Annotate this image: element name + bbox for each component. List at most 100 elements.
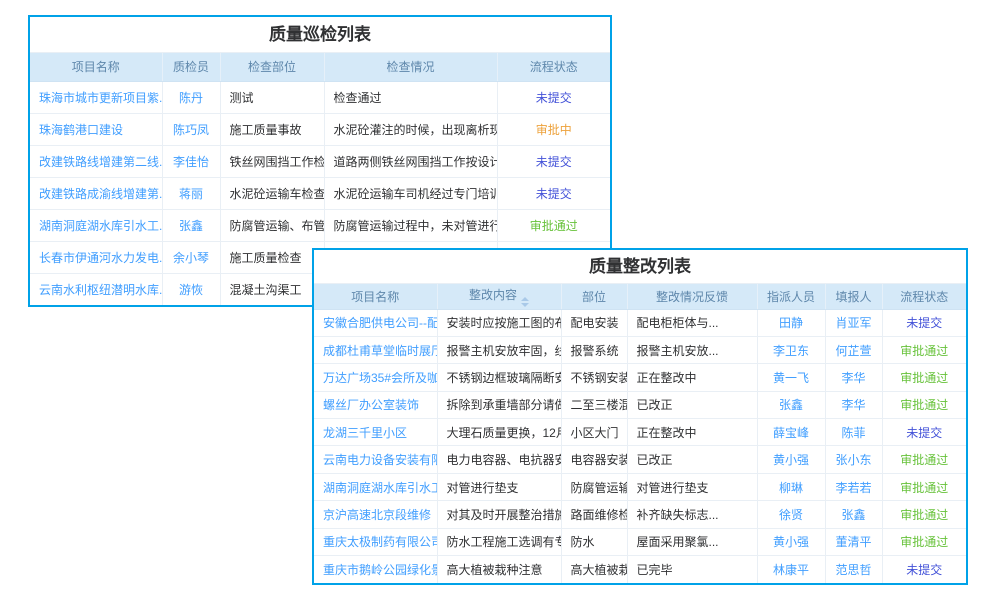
part-cell: 二至三楼混... xyxy=(561,391,627,418)
flow-status-cell: 审批通过 xyxy=(882,473,966,500)
part-cell: 配电安装 xyxy=(561,309,627,336)
rectify-content-cell: 防水工程施工选调有专业资质... xyxy=(437,528,561,555)
rectify-feedback-cell: 补齐缺失标志... xyxy=(627,501,757,528)
rectify-table: 项目名称整改内容部位整改情况反馈指派人员填报人流程状态 安徽合肥供电公司--配电… xyxy=(314,284,966,583)
project-name-cell[interactable]: 湖南洞庭湖水库引水工程施工标 xyxy=(314,473,437,500)
flow-status-cell: 审批通过 xyxy=(882,336,966,363)
column-header-assignee: 指派人员 xyxy=(757,284,825,309)
project-name-cell[interactable]: 京沪高速北京段维修 xyxy=(314,501,437,528)
table-row: 万达广场35#会所及咖啡厅空...不锈钢边框玻璃隔断安装不牢...不锈钢安装..… xyxy=(314,364,966,391)
table-row: 重庆市鹅岭公园绿化景观提升...高大植被栽种注意高大植被栽种已完毕林康平范思哲未… xyxy=(314,556,966,583)
flow-status-cell: 审批通过 xyxy=(882,446,966,473)
part-cell: 小区大门 xyxy=(561,419,627,446)
check-result-cell: 检查通过 xyxy=(324,81,497,113)
inspection-header-row: 项目名称质检员检查部位检查情况流程状态 xyxy=(30,53,610,81)
inspector-cell: 游恢 xyxy=(162,273,220,305)
rectify-table-panel: 质量整改列表 项目名称整改内容部位整改情况反馈指派人员填报人流程状态 安徽合肥供… xyxy=(312,248,968,585)
part-cell: 报警系统 xyxy=(561,336,627,363)
project-name-cell[interactable]: 安徽合肥供电公司--配电设备... xyxy=(314,309,437,336)
rectify-feedback-cell: 配电柜柜体与... xyxy=(627,309,757,336)
flow-status-cell: 未提交 xyxy=(882,556,966,583)
table-row: 改建铁路成渝线增建第...蒋丽水泥砼运输车检查水泥砼运输车司机经过专门培训...… xyxy=(30,177,610,209)
rectify-content-cell: 大理石质量更换，12月31日之... xyxy=(437,419,561,446)
flow-status-cell: 审批通过 xyxy=(882,528,966,555)
column-header-check-result: 检查情况 xyxy=(324,53,497,81)
reporter-cell: 陈菲 xyxy=(825,419,882,446)
part-cell: 路面维修检... xyxy=(561,501,627,528)
reporter-cell: 范思哲 xyxy=(825,556,882,583)
rectify-content-cell: 报警主机安放牢固，线缆连接... xyxy=(437,336,561,363)
flow-status-cell: 未提交 xyxy=(497,145,610,177)
sort-icon[interactable] xyxy=(521,297,529,307)
part-cell: 不锈钢安装... xyxy=(561,364,627,391)
assignee-cell: 黄一飞 xyxy=(757,364,825,391)
project-name-cell[interactable]: 湖南洞庭湖水库引水工... xyxy=(30,209,162,241)
inspector-cell: 蒋丽 xyxy=(162,177,220,209)
flow-status-cell: 未提交 xyxy=(882,419,966,446)
table-row: 湖南洞庭湖水库引水工...张鑫防腐管运输、布管防腐管运输过程中，未对管进行...… xyxy=(30,209,610,241)
reporter-cell: 董清平 xyxy=(825,528,882,555)
rectify-content-cell: 不锈钢边框玻璃隔断安装不牢... xyxy=(437,364,561,391)
flow-status-cell: 未提交 xyxy=(497,81,610,113)
rectify-content-cell: 对其及时开展整治措施，桥头... xyxy=(437,501,561,528)
reporter-cell: 李华 xyxy=(825,391,882,418)
project-name-cell[interactable]: 重庆太极制药有限公司亳州中... xyxy=(314,528,437,555)
project-name-cell[interactable]: 成都杜甫草堂临时展厅独立展... xyxy=(314,336,437,363)
rectify-content-cell: 安装时应按施工图的布置，将... xyxy=(437,309,561,336)
flow-status-cell: 未提交 xyxy=(882,309,966,336)
project-name-cell[interactable]: 龙湖三千里小区 xyxy=(314,419,437,446)
rectify-feedback-cell: 已改正 xyxy=(627,446,757,473)
rectify-feedback-cell: 屋面采用聚氯... xyxy=(627,528,757,555)
flow-status-cell: 审批通过 xyxy=(882,501,966,528)
project-name-cell[interactable]: 改建铁路线增建第二线... xyxy=(30,145,162,177)
flow-status-cell: 审批通过 xyxy=(882,364,966,391)
project-name-cell[interactable]: 重庆市鹅岭公园绿化景观提升... xyxy=(314,556,437,583)
table-row: 改建铁路线增建第二线...李佳怡铁丝网围挡工作检查道路两侧铁丝网围挡工作按设计.… xyxy=(30,145,610,177)
check-result-cell: 防腐管运输过程中，未对管进行... xyxy=(324,209,497,241)
column-header-rectify-content[interactable]: 整改内容 xyxy=(437,284,561,309)
part-cell: 防腐管运输... xyxy=(561,473,627,500)
rectify-content-cell: 对管进行垫支 xyxy=(437,473,561,500)
assignee-cell: 李卫东 xyxy=(757,336,825,363)
rectify-feedback-cell: 对管进行垫支 xyxy=(627,473,757,500)
project-name-cell[interactable]: 万达广场35#会所及咖啡厅空... xyxy=(314,364,437,391)
flow-status-cell: 未提交 xyxy=(497,177,610,209)
table-row: 珠海鹤港口建设陈巧凤施工质量事故水泥砼灌注的时候，出现离析现象审批中 xyxy=(30,113,610,145)
column-header-project-name: 项目名称 xyxy=(30,53,162,81)
column-header-flow-status: 流程状态 xyxy=(882,284,966,309)
check-result-cell: 水泥砼运输车司机经过专门培训... xyxy=(324,177,497,209)
rectify-feedback-cell: 已完毕 xyxy=(627,556,757,583)
project-name-cell[interactable]: 珠海鹤港口建设 xyxy=(30,113,162,145)
rectify-feedback-cell: 正在整改中 xyxy=(627,364,757,391)
project-name-cell[interactable]: 云南水利枢纽潜明水库... xyxy=(30,273,162,305)
column-header-project-name: 项目名称 xyxy=(314,284,437,309)
assignee-cell: 林康平 xyxy=(757,556,825,583)
project-name-cell[interactable]: 螺丝厂办公室装饰 xyxy=(314,391,437,418)
column-header-check-part: 检查部位 xyxy=(220,53,324,81)
project-name-cell[interactable]: 改建铁路成渝线增建第... xyxy=(30,177,162,209)
assignee-cell: 柳琳 xyxy=(757,473,825,500)
project-name-cell[interactable]: 长春市伊通河水力发电... xyxy=(30,241,162,273)
part-cell: 电容器安装... xyxy=(561,446,627,473)
part-cell: 防水 xyxy=(561,528,627,555)
table-row: 成都杜甫草堂临时展厅独立展...报警主机安放牢固，线缆连接...报警系统报警主机… xyxy=(314,336,966,363)
project-name-cell[interactable]: 珠海市城市更新项目紫... xyxy=(30,81,162,113)
table-row: 螺丝厂办公室装饰拆除到承重墙部分请做好加固...二至三楼混...已改正张鑫李华审… xyxy=(314,391,966,418)
table-row: 龙湖三千里小区大理石质量更换，12月31日之...小区大门正在整改中薛宝峰陈菲未… xyxy=(314,419,966,446)
assignee-cell: 薛宝峰 xyxy=(757,419,825,446)
flow-status-cell: 审批中 xyxy=(497,113,610,145)
column-header-inspector: 质检员 xyxy=(162,53,220,81)
column-header-flow-status: 流程状态 xyxy=(497,53,610,81)
rectify-header-row: 项目名称整改内容部位整改情况反馈指派人员填报人流程状态 xyxy=(314,284,966,309)
reporter-cell: 李若若 xyxy=(825,473,882,500)
project-name-cell[interactable]: 云南电力设备安装有限公司20... xyxy=(314,446,437,473)
rectify-content-cell: 高大植被栽种注意 xyxy=(437,556,561,583)
assignee-cell: 黄小强 xyxy=(757,528,825,555)
reporter-cell: 张小东 xyxy=(825,446,882,473)
assignee-cell: 徐贤 xyxy=(757,501,825,528)
reporter-cell: 李华 xyxy=(825,364,882,391)
table-row: 云南电力设备安装有限公司20...电力电容器、电抗器安装方案,...电容器安装.… xyxy=(314,446,966,473)
assignee-cell: 张鑫 xyxy=(757,391,825,418)
part-cell: 高大植被栽种 xyxy=(561,556,627,583)
flow-status-cell: 审批通过 xyxy=(882,391,966,418)
